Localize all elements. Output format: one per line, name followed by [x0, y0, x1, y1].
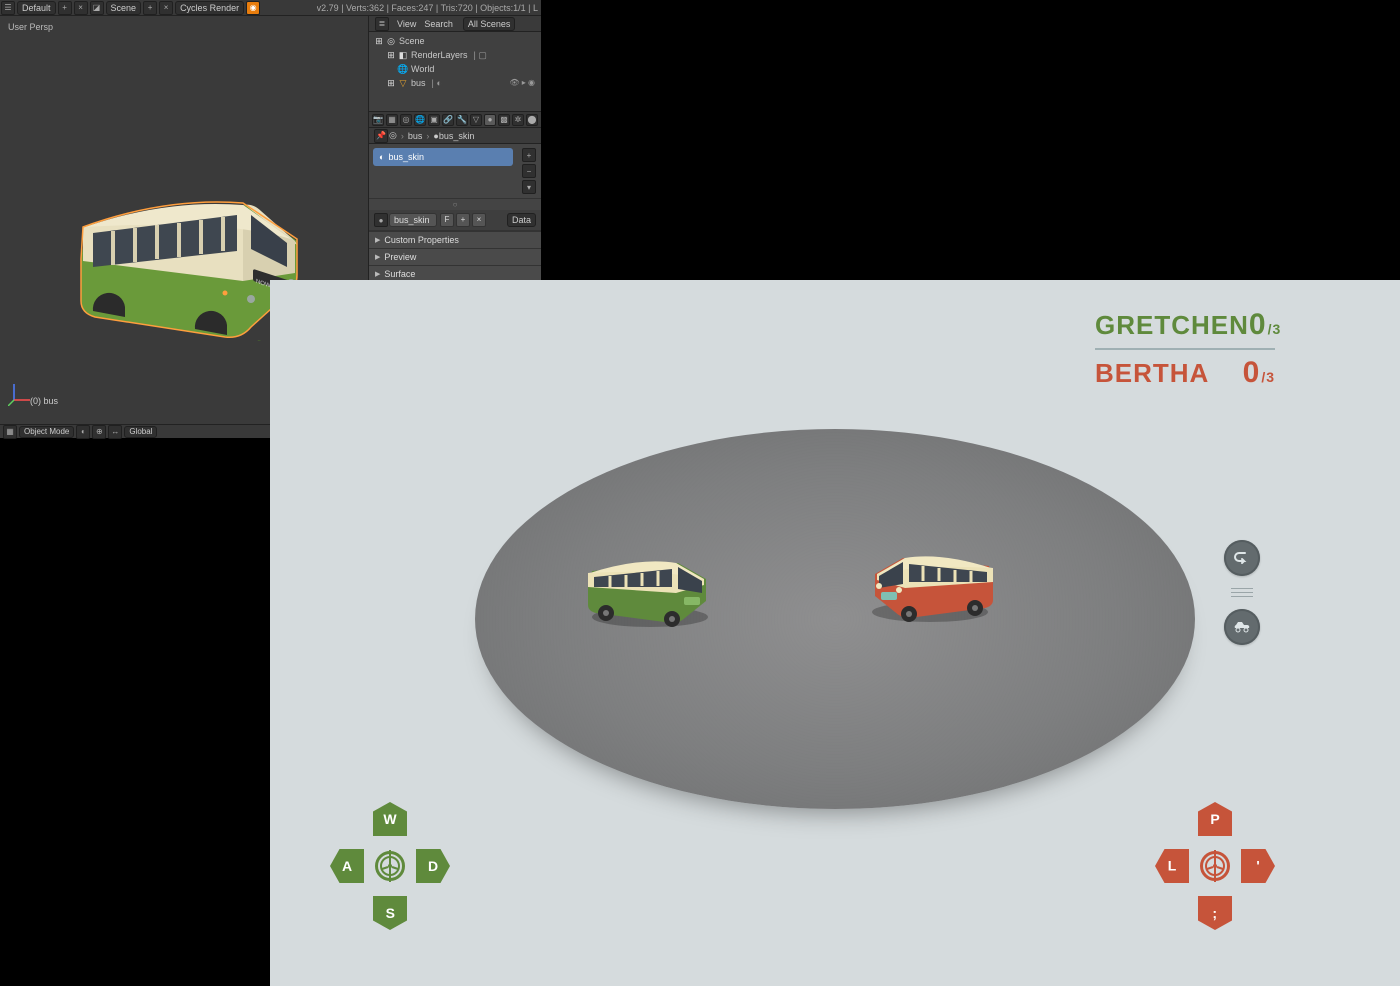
transform-orientation-menu[interactable]: Global — [124, 426, 157, 438]
prop-tab-data-icon[interactable]: ▽ — [470, 114, 482, 126]
scene-stats: v2.79 | Verts:362 | Faces:247 | Tris:720… — [317, 3, 541, 13]
material-link-menu[interactable]: Data — [507, 213, 536, 227]
prop-tab-physics-icon[interactable]: ⬤ — [526, 114, 538, 126]
prop-tab-object-icon[interactable]: ▣ — [428, 114, 440, 126]
material-name-row: ● bus_skin F + × Data — [369, 210, 541, 231]
mode-menu[interactable]: Object Mode — [19, 426, 74, 438]
p1-key-right[interactable]: D — [416, 849, 450, 883]
pin-icon[interactable]: 📌 — [374, 129, 388, 143]
pivot-menu-icon[interactable]: ⊕ — [92, 425, 106, 439]
material-node-toggle[interactable]: ○ — [369, 199, 541, 210]
editor-type-icon[interactable]: ☰ — [1, 1, 15, 15]
p1-steering-icon — [375, 851, 405, 881]
outliner-header: ≣ View Search All Scenes — [369, 16, 541, 32]
p1-key-down[interactable]: S — [373, 896, 407, 930]
prop-tab-render-icon[interactable]: 📷 — [372, 114, 384, 126]
properties-tab-strip: 📷 ▦ ◎ 🌐 ▣ 🔗 🔧 ▽ ● ▩ ✲ ⬤ — [369, 112, 541, 128]
outliner-search-menu[interactable]: Search — [424, 19, 453, 29]
panel-custom-properties[interactable]: Custom Properties — [369, 232, 541, 249]
prop-tab-constraints-icon[interactable]: 🔗 — [442, 114, 454, 126]
material-new-plus-icon[interactable]: + — [456, 213, 470, 227]
manipulator-icon[interactable]: ↔ — [108, 425, 122, 439]
layout-remove-icon[interactable]: × — [74, 1, 88, 15]
player1-score: 0 — [1249, 308, 1267, 341]
breadcrumb-object[interactable]: bus — [408, 131, 423, 141]
scene-browse-icon[interactable]: ◪ — [90, 1, 104, 15]
prop-tab-particles-icon[interactable]: ✲ — [512, 114, 524, 126]
prop-tab-renderlayer-icon[interactable]: ▦ — [386, 114, 398, 126]
p2-key-up[interactable]: P — [1198, 802, 1232, 836]
player1-max: /3 — [1268, 321, 1282, 337]
player2-name: BERTHA — [1095, 358, 1209, 389]
viewport-perspective-label: User Persp — [8, 22, 53, 32]
outliner-visibility-icons[interactable]: 👁 ▸ ◉ — [509, 78, 535, 87]
back-arrow-icon — [1233, 549, 1251, 567]
vehicle-button[interactable] — [1224, 609, 1260, 645]
prop-tab-modifiers-icon[interactable]: 🔧 — [456, 114, 468, 126]
blender-logo-icon: ◉ — [246, 1, 260, 15]
layout-add-icon[interactable]: + — [58, 1, 72, 15]
panel-preview[interactable]: Preview — [369, 249, 541, 266]
p2-key-right[interactable]: ' — [1241, 849, 1275, 883]
viewport-shading-icon[interactable]: ◐ — [76, 425, 90, 439]
material-fakeuser-btn[interactable]: F — [440, 213, 454, 227]
material-slot-icon: ◐ — [379, 152, 384, 162]
p1-key-up[interactable]: W — [373, 802, 407, 836]
material-slot-list[interactable]: ◐ bus_skin + − ▾ — [369, 144, 541, 199]
prop-tab-world-icon[interactable]: 🌐 — [414, 114, 426, 126]
p1-key-left[interactable]: A — [330, 849, 364, 883]
game-window: GRETCHEN 0/3 BERTHA 0/3 W A D S P L ' ; — [270, 280, 1400, 986]
side-buttons — [1224, 540, 1260, 645]
player2-bus — [865, 530, 1000, 625]
blender-info-header: ☰ Default + × ◪ Scene + × Cycles Render … — [0, 0, 541, 16]
breadcrumb-scene-icon: ◎ — [389, 130, 397, 141]
render-engine-menu[interactable]: Cycles Render — [175, 1, 244, 15]
player2-controls: P L ' ; — [1155, 806, 1275, 926]
player1-name: GRETCHEN — [1095, 310, 1249, 341]
scene-add-icon[interactable]: + — [143, 1, 157, 15]
breadcrumb-material[interactable]: bus_skin — [439, 131, 475, 141]
side-button-divider — [1231, 588, 1253, 597]
p2-key-left[interactable]: L — [1155, 849, 1189, 883]
prop-tab-scene-icon[interactable]: ◎ — [400, 114, 412, 126]
outliner-panel[interactable]: ⊞◎Scene ⊞◧RenderLayers| ▢ 🌐World ⊞▽bus| … — [369, 32, 541, 112]
back-button[interactable] — [1224, 540, 1260, 576]
player2-max: /3 — [1261, 369, 1275, 385]
material-name-field[interactable]: bus_skin — [389, 213, 437, 227]
material-slot-0[interactable]: ◐ bus_skin — [373, 148, 513, 166]
material-slot-add-icon[interactable]: + — [522, 148, 536, 162]
outliner-item-scene[interactable]: ⊞◎Scene — [373, 34, 537, 48]
outliner-item-renderlayers[interactable]: ⊞◧RenderLayers| ▢ — [373, 48, 537, 62]
car-icon — [1232, 620, 1252, 634]
score-row-player2: BERTHA 0/3 — [1095, 356, 1275, 390]
material-browse-icon[interactable]: ● — [374, 213, 388, 227]
viewport-editor-icon[interactable]: ▦ — [3, 425, 17, 439]
active-object-label: (0) bus — [30, 396, 58, 406]
p2-key-down[interactable]: ; — [1198, 896, 1232, 930]
material-slot-remove-icon[interactable]: − — [522, 164, 536, 178]
p2-steering-icon — [1200, 851, 1230, 881]
scoreboard: GRETCHEN 0/3 BERTHA 0/3 — [1095, 308, 1275, 390]
player1-bus — [580, 535, 715, 630]
screen-layout-menu[interactable]: Default — [17, 1, 56, 15]
outliner-filter-menu[interactable]: All Scenes — [463, 17, 516, 31]
outliner-editor-icon[interactable]: ≣ — [375, 17, 389, 31]
scene-remove-icon[interactable]: × — [159, 1, 173, 15]
player2-score: 0 — [1243, 356, 1261, 389]
score-row-player1: GRETCHEN 0/3 — [1095, 308, 1275, 342]
material-unlink-icon[interactable]: × — [472, 213, 486, 227]
prop-tab-texture-icon[interactable]: ▩ — [498, 114, 510, 126]
outliner-view-menu[interactable]: View — [397, 19, 416, 29]
material-slot-menu-icon[interactable]: ▾ — [522, 180, 536, 194]
scene-name-field[interactable]: Scene — [106, 1, 142, 15]
scoreboard-divider — [1095, 348, 1275, 350]
player1-controls: W A D S — [330, 806, 450, 926]
prop-tab-material-icon[interactable]: ● — [484, 114, 496, 126]
properties-breadcrumb: 📌 ◎› bus› ● bus_skin — [369, 128, 541, 144]
outliner-item-world[interactable]: 🌐World — [373, 62, 537, 76]
